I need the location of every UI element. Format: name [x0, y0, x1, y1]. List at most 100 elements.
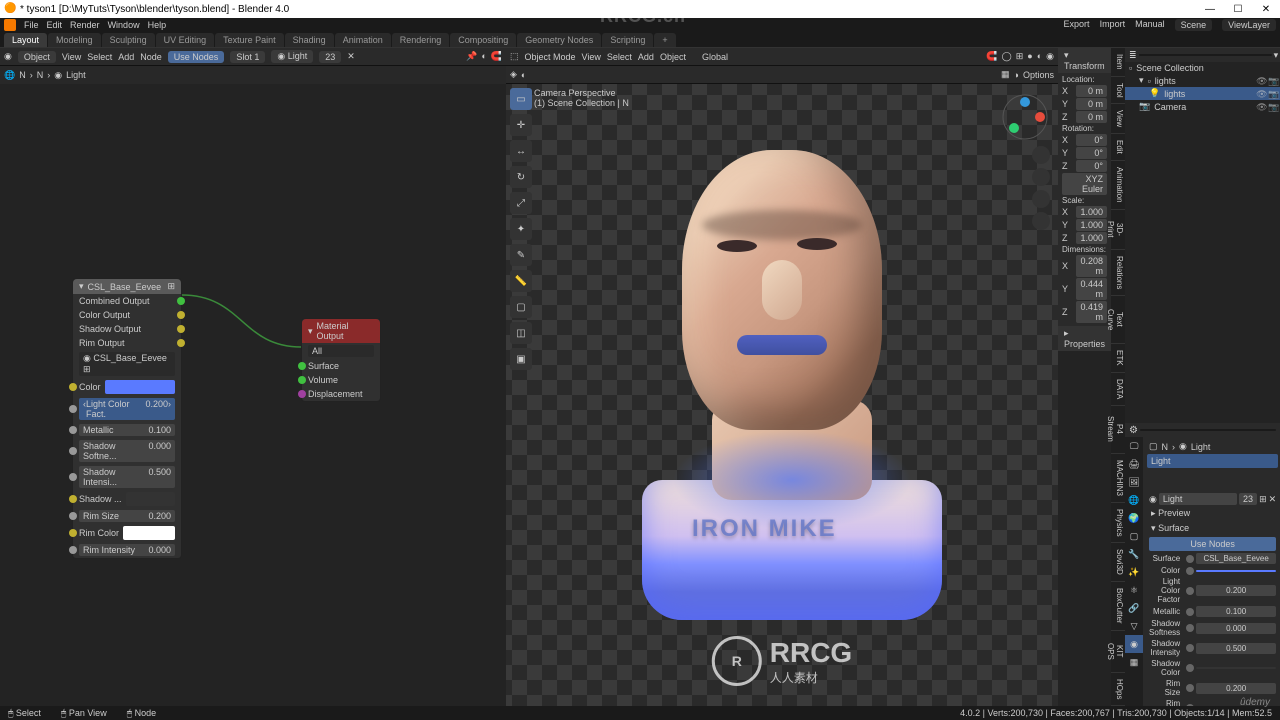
node-options-icon[interactable]: ⊞ [167, 281, 175, 292]
scene-field[interactable]: Scene [1175, 19, 1213, 31]
material-slot-name[interactable]: Light [1159, 493, 1237, 505]
ne-add[interactable]: Add [118, 52, 134, 62]
rim-size-field[interactable]: Rim Size0.200 [79, 510, 175, 522]
vtab-textcurve[interactable]: Text Curve [1111, 296, 1125, 344]
vp-overlay-toggle[interactable]: ◐ [521, 70, 526, 80]
material-select[interactable]: ◉ Light [271, 50, 313, 63]
vtab-etk[interactable]: ETK [1111, 344, 1125, 373]
tool-select[interactable]: ▭ [510, 88, 532, 110]
p-color[interactable] [1196, 570, 1276, 572]
tool-transform[interactable]: ✦ [510, 218, 532, 240]
vp-gizmo-toggle[interactable]: ◈ [510, 69, 517, 80]
vp-object[interactable]: Object [660, 52, 686, 62]
vtab-relations[interactable]: Relations [1111, 250, 1125, 296]
loc-y[interactable]: 0 m [1076, 98, 1107, 110]
outliner-filter-icon[interactable]: ▾ [1274, 50, 1279, 61]
vtab-3dprint[interactable]: 3D-Print [1111, 210, 1125, 250]
p-rimsize[interactable]: 0.200 [1196, 683, 1276, 694]
vtab-anim[interactable]: Animation [1111, 161, 1125, 210]
pin-icon[interactable]: 📌 [466, 51, 477, 62]
ws-shading[interactable]: Shading [285, 33, 334, 47]
ne-select[interactable]: Select [87, 52, 112, 62]
ws-modeling[interactable]: Modeling [48, 33, 101, 47]
menu-render[interactable]: Render [70, 20, 100, 30]
close-button[interactable]: ✕ [1256, 4, 1276, 15]
p-shadowcolor[interactable] [1196, 667, 1276, 669]
shading-wire-icon[interactable]: ⊞ [1016, 51, 1024, 62]
vp-select[interactable]: Select [607, 52, 632, 62]
vtab-view[interactable]: View [1111, 104, 1125, 134]
light-color-factor-field[interactable]: ‹ Light Color Fact. 0.200 › [79, 398, 175, 420]
ptab-output[interactable]: 🖨 [1125, 455, 1143, 473]
ptab-particles[interactable]: ✨ [1125, 563, 1143, 581]
rot-z[interactable]: 0° [1076, 160, 1107, 172]
ne-view[interactable]: View [62, 52, 81, 62]
outliner-lights-collection[interactable]: ▾▫ lights 👁📷 [1125, 74, 1280, 87]
tool-annotate[interactable]: ✎ [510, 244, 532, 266]
loc-z[interactable]: 0 m [1076, 111, 1107, 123]
ptab-object[interactable]: ▢ [1125, 527, 1143, 545]
ptab-view[interactable]: 🖼 [1125, 473, 1143, 491]
menu-edit[interactable]: Edit [47, 20, 63, 30]
loc-x[interactable]: 0 m [1076, 85, 1107, 97]
vp-options[interactable]: Options [1023, 70, 1054, 80]
tool-scale[interactable]: ⤢ [510, 192, 532, 214]
maximize-button[interactable]: ☐ [1228, 4, 1248, 15]
ne-overlay-icon[interactable]: ◐ [481, 51, 486, 62]
persp-icon[interactable] [1032, 212, 1050, 230]
node-output-header[interactable]: ▾ Material Output [302, 319, 380, 343]
ne-node[interactable]: Node [140, 52, 162, 62]
pan-icon[interactable] [1032, 168, 1050, 186]
menu-window[interactable]: Window [108, 20, 140, 30]
collapse-icon[interactable]: ▾ [79, 281, 84, 292]
menu-manual[interactable]: Manual [1135, 19, 1165, 31]
vtab-boxcutter[interactable]: BoxCutter [1111, 582, 1125, 631]
outliner-lights-obj[interactable]: 💡 lights 👁📷 [1125, 87, 1280, 100]
tool-move[interactable]: ↔ [510, 140, 532, 162]
ws-scripting[interactable]: Scripting [602, 33, 653, 47]
bc-mat[interactable]: Light [66, 70, 86, 80]
ptab-constraints[interactable]: 🔗 [1125, 599, 1143, 617]
tool-rotate[interactable]: ↻ [510, 166, 532, 188]
rot-mode[interactable]: XYZ Euler [1062, 173, 1107, 195]
metallic-field[interactable]: Metallic0.100 [79, 424, 175, 436]
output-target[interactable]: All [308, 345, 374, 357]
nav-gizmo[interactable] [1000, 92, 1050, 142]
p-metallic[interactable]: 0.100 [1196, 606, 1276, 617]
ws-layout[interactable]: Layout [4, 33, 47, 47]
ne-snap-icon[interactable]: 🧲 [491, 51, 502, 62]
properties-header[interactable]: ▸ Properties [1058, 326, 1111, 351]
vtab-p4[interactable]: P4 Stream [1111, 406, 1125, 454]
node-material-output[interactable]: ▾ Material Output All Surface Volume Dis… [301, 318, 381, 402]
ptab-render[interactable]: 🖵 [1125, 437, 1143, 455]
ptab-material[interactable]: ◉ [1125, 635, 1143, 653]
editor-type-icon[interactable]: ◉ [4, 51, 12, 62]
shading-matprev-icon[interactable]: ◐ [1037, 51, 1042, 62]
tool-extra1[interactable]: ◫ [510, 322, 532, 344]
slot-select[interactable]: Slot 1 [230, 51, 265, 63]
scale-x[interactable]: 1.000 [1076, 206, 1107, 218]
ws-add[interactable]: + [654, 33, 675, 47]
rot-y[interactable]: 0° [1076, 147, 1107, 159]
ws-sculpting[interactable]: Sculpting [102, 33, 155, 47]
scale-y[interactable]: 1.000 [1076, 219, 1107, 231]
material-unlink-icon[interactable]: ✕ [347, 51, 355, 62]
vtab-data[interactable]: DATA [1111, 373, 1125, 406]
outliner-icon[interactable]: ≣ [1129, 50, 1137, 61]
use-nodes-toggle[interactable]: Use Nodes [168, 51, 225, 63]
xray-icon[interactable]: ▦ [1001, 69, 1010, 80]
material-slot-users[interactable]: 23 [1239, 493, 1257, 505]
tool-cursor[interactable]: ✛ [510, 114, 532, 136]
cavity-icon[interactable]: ◑ [1014, 70, 1019, 80]
menu-export[interactable]: Export [1064, 19, 1090, 31]
dim-z[interactable]: 0.419 m [1076, 301, 1107, 323]
outliner-scene-collection[interactable]: ▫ Scene Collection [1125, 62, 1280, 74]
bc-world-icon[interactable]: 🌐 [4, 70, 15, 81]
surface-section[interactable]: ▾ Surface [1147, 521, 1278, 536]
p-lcf[interactable]: 0.200 [1196, 585, 1276, 596]
vp-snap-icon[interactable]: 🧲 [986, 51, 997, 62]
node-csl-header[interactable]: ▾ CSL_Base_Eevee ⊞ [73, 279, 181, 294]
vtab-physics[interactable]: Physics [1111, 503, 1125, 544]
ptab-texture[interactable]: ▦ [1125, 653, 1143, 671]
ws-uv[interactable]: UV Editing [156, 33, 215, 47]
